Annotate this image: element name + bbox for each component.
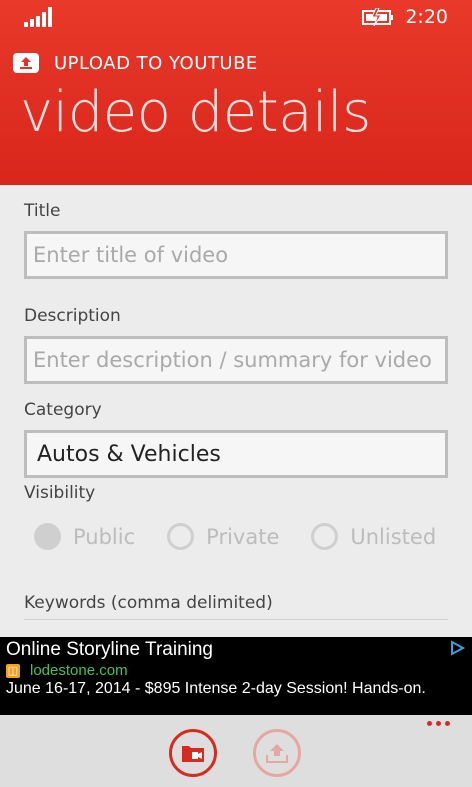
app-title: UPLOAD TO YOUTUBE	[54, 52, 258, 74]
description-label: Description	[24, 306, 121, 326]
visibility-label: Visibility	[24, 483, 96, 503]
visibility-unlisted-radio[interactable]: Unlisted	[311, 523, 436, 550]
visibility-radio-group: Public Private Unlisted	[34, 523, 468, 550]
title-input[interactable]	[27, 234, 445, 276]
app-header: 2:20 UPLOAD TO YOUTUBE video details	[0, 0, 472, 185]
visibility-private-radio[interactable]: Private	[167, 523, 279, 550]
description-field[interactable]	[24, 336, 448, 384]
status-time: 2:20	[405, 6, 448, 28]
radio-label-unlisted: Unlisted	[350, 524, 437, 549]
status-bar: 2:20	[0, 0, 472, 34]
radio-checked-icon	[34, 523, 61, 550]
ad-banner[interactable]: Online Storyline Training ◫ lodestone.co…	[0, 637, 472, 715]
radio-label-public: Public	[73, 524, 136, 549]
ad-text: June 16-17, 2014 - $895 Intense 2-day Se…	[6, 680, 426, 697]
category-label: Category	[24, 400, 102, 420]
keywords-field-edge	[24, 619, 448, 620]
video-details-form: Title Description Category Autos & Vehic…	[0, 185, 472, 637]
radio-unchecked-icon	[311, 523, 339, 550]
folder-video-icon	[182, 746, 204, 762]
ad-favicon-icon: ◫	[6, 663, 20, 678]
ellipsis-icon[interactable]	[427, 721, 450, 726]
upload-icon	[266, 744, 288, 763]
title-field[interactable]	[24, 231, 448, 279]
choose-video-button[interactable]	[169, 729, 217, 777]
page-title: video details	[20, 80, 371, 145]
ad-choices-icon[interactable]	[448, 640, 468, 656]
radio-unchecked-icon	[167, 523, 195, 550]
description-input[interactable]	[27, 339, 445, 381]
visibility-public-radio[interactable]: Public	[34, 523, 135, 550]
upload-button[interactable]	[253, 729, 301, 777]
upload-icon	[12, 52, 40, 74]
ad-source-row: ◫ lodestone.com	[6, 662, 128, 679]
ad-headline[interactable]: Online Storyline Training	[6, 639, 213, 661]
app-title-row: UPLOAD TO YOUTUBE	[12, 50, 258, 76]
app-bar	[0, 715, 472, 787]
signal-strength-icon	[24, 7, 52, 27]
battery-charging-icon	[362, 8, 393, 26]
keywords-label: Keywords (comma delimited)	[24, 593, 273, 613]
category-value: Autos & Vehicles	[37, 441, 221, 467]
category-select[interactable]: Autos & Vehicles	[24, 430, 448, 478]
title-label: Title	[24, 201, 61, 221]
radio-label-private: Private	[206, 524, 280, 549]
ad-url[interactable]: lodestone.com	[30, 662, 128, 679]
